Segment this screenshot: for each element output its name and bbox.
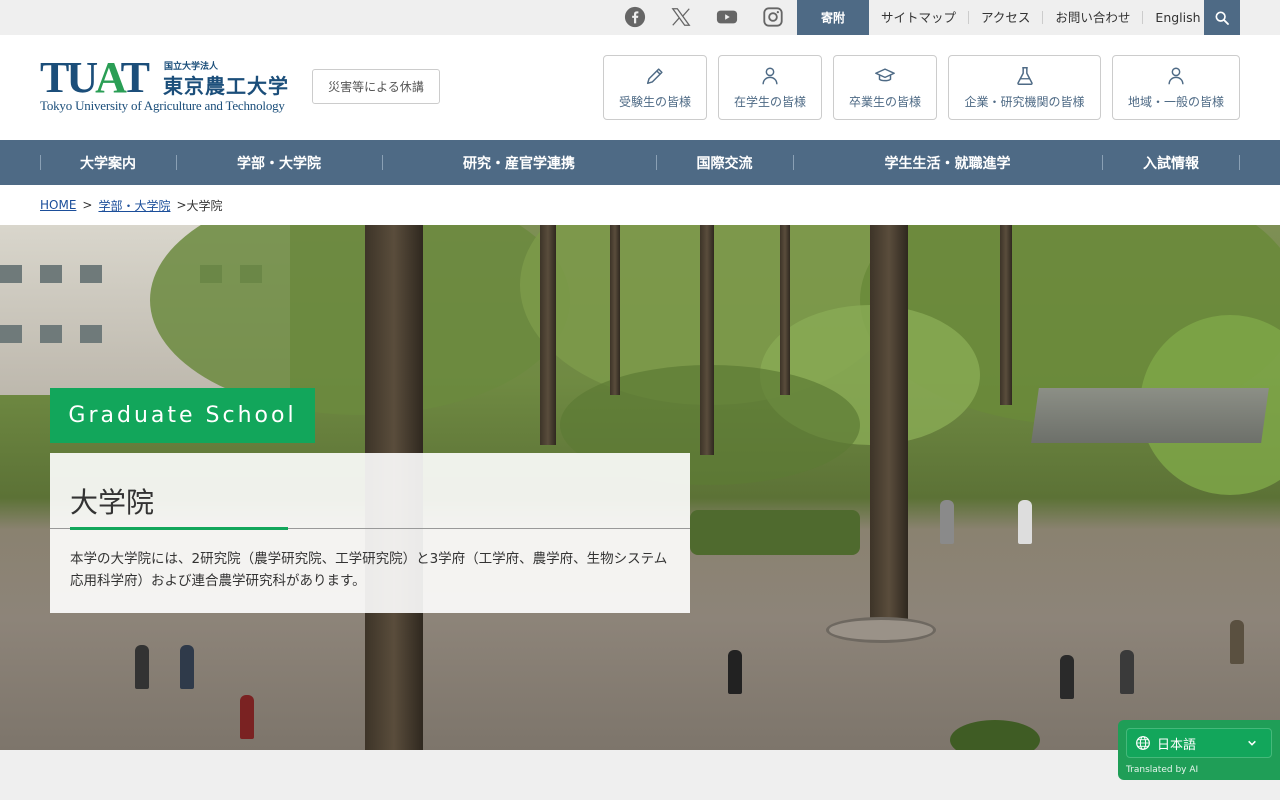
breadcrumb-home[interactable]: HOME: [40, 198, 76, 212]
logo-japanese-name: 東京農工大学: [163, 74, 289, 98]
utility-bar: 寄附 サイトマップ アクセス お問い合わせ English: [0, 0, 1280, 35]
donate-button[interactable]: 寄附: [797, 0, 869, 35]
facebook-icon[interactable]: [612, 6, 658, 28]
language-select[interactable]: 日本語: [1126, 728, 1272, 758]
language-selected: 日本語: [1157, 737, 1197, 753]
page-bottom-area: [0, 750, 1280, 800]
graduation-cap-icon: [875, 68, 895, 82]
breadcrumb-separator: >: [82, 198, 93, 212]
logo-mark: TUAT: [40, 53, 150, 102]
breadcrumb-faculties[interactable]: 学部・大学院: [98, 197, 170, 214]
contact-link[interactable]: お問い合わせ: [1042, 11, 1142, 24]
person-icon: [762, 67, 778, 85]
breadcrumb: HOME > 学部・大学院 > 大学院: [0, 185, 1280, 225]
search-button[interactable]: [1204, 0, 1240, 35]
sitemap-link[interactable]: サイトマップ: [869, 11, 968, 24]
disaster-cancellation-button[interactable]: 災害等による休講: [312, 69, 440, 104]
audience-links: 受験生の皆様 在学生の皆様 卒業生の皆様 企業・研究機関の皆様 地域・一般の皆様: [603, 55, 1240, 120]
nav-research-collaboration[interactable]: 研究・産官学連携: [382, 140, 656, 185]
nav-faculties-graduate-schools[interactable]: 学部・大学院: [176, 140, 382, 185]
instagram-icon[interactable]: [750, 6, 796, 28]
flask-icon: [1016, 67, 1033, 85]
youtube-icon[interactable]: [704, 6, 750, 28]
chevron-down-icon: [1248, 740, 1256, 746]
access-link[interactable]: アクセス: [968, 11, 1042, 24]
global-navigation: 大学案内 学部・大学院 研究・産官学連携 国際交流 学生生活・就職進学 入試情報: [0, 140, 1280, 185]
globe-icon: [1136, 736, 1150, 750]
breadcrumb-separator: >: [176, 198, 187, 212]
audience-label: 企業・研究機関の皆様: [964, 95, 1085, 109]
hero-banner: Graduate School 大学院 本学の大学院には、2研究院（農学研究院、…: [0, 225, 1280, 750]
audience-alumni[interactable]: 卒業生の皆様: [833, 55, 937, 120]
audience-companies-research[interactable]: 企業・研究機関の皆様: [948, 55, 1101, 120]
page-title: 大学院: [70, 486, 155, 519]
utility-links: サイトマップ アクセス お問い合わせ English: [869, 0, 1213, 35]
audience-label: 在学生の皆様: [733, 95, 806, 109]
nav-about-university[interactable]: 大学案内: [40, 140, 176, 185]
nav-admissions[interactable]: 入試情報: [1102, 140, 1240, 185]
pencil-icon: [646, 68, 663, 85]
nav-student-life-career[interactable]: 学生生活・就職進学: [793, 140, 1102, 185]
english-link[interactable]: English: [1142, 11, 1212, 24]
logo-english-name: Tokyo University of Agriculture and Tech…: [40, 98, 285, 113]
social-links: [612, 6, 796, 28]
university-logo[interactable]: TUAT 国立大学法人 東京農工大学 Tokyo University of A…: [40, 53, 295, 116]
translation-note: Translated by AI: [1126, 765, 1199, 775]
audience-prospective-students[interactable]: 受験生の皆様: [603, 55, 707, 120]
graduate-school-label: Graduate School: [50, 388, 315, 443]
language-widget: 日本語 Translated by AI: [1118, 720, 1280, 780]
breadcrumb-current: 大学院: [186, 198, 223, 213]
community-person-icon: [1168, 67, 1184, 85]
search-icon: [1215, 10, 1229, 25]
pavilion-roof: [1031, 388, 1269, 443]
title-accent-line: [70, 527, 288, 530]
audience-label: 卒業生の皆様: [848, 95, 921, 109]
audience-label: 地域・一般の皆様: [1127, 95, 1224, 109]
intro-panel: 大学院 本学の大学院には、2研究院（農学研究院、工学研究院）と3学府（工学府、農…: [50, 453, 690, 613]
site-header: TUAT 国立大学法人 東京農工大学 Tokyo University of A…: [0, 35, 1280, 140]
nav-international-exchange[interactable]: 国際交流: [656, 140, 793, 185]
audience-label: 受験生の皆様: [618, 95, 691, 109]
audience-community-public[interactable]: 地域・一般の皆様: [1112, 55, 1240, 120]
audience-current-students[interactable]: 在学生の皆様: [718, 55, 822, 120]
intro-description: 本学の大学院には、2研究院（農学研究院、工学研究院）と3学府（工学府、農学府、生…: [70, 551, 668, 589]
x-icon[interactable]: [658, 6, 704, 28]
